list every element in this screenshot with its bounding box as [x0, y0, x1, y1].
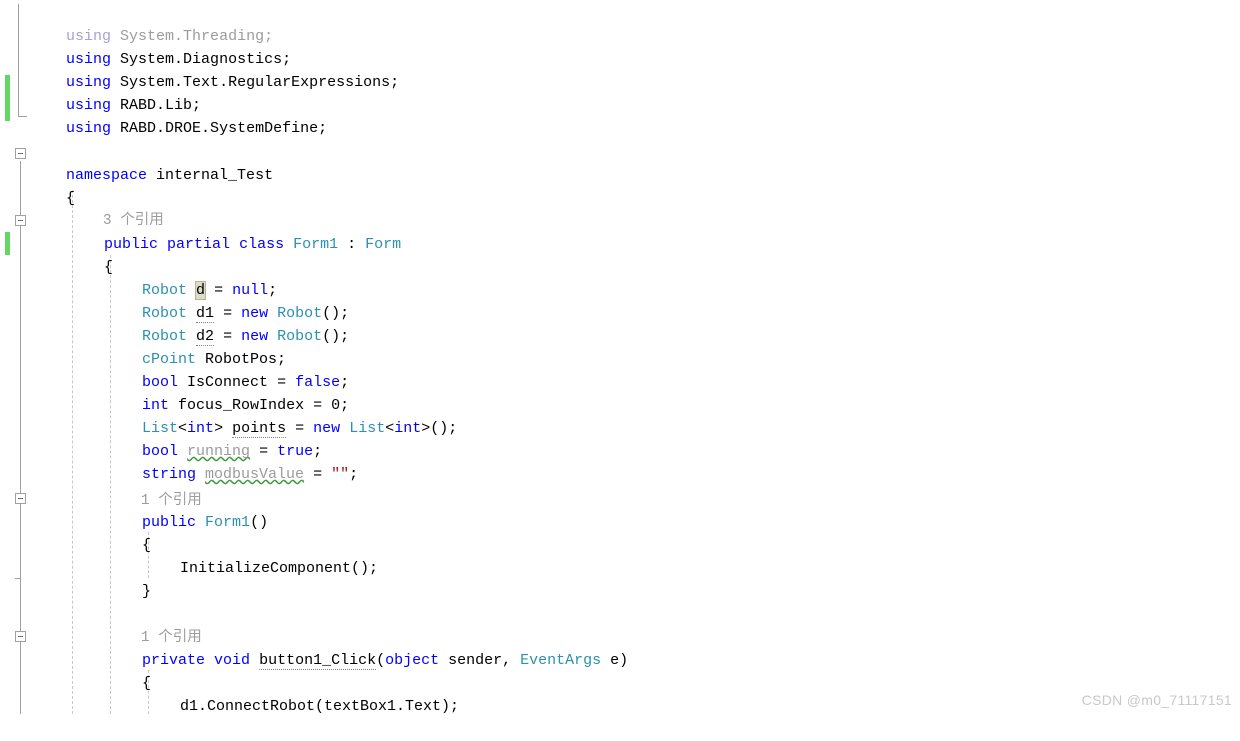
code-line-13[interactable]: Robot d1 = new Robot();: [106, 279, 349, 323]
token-call-connectrobot: d1.ConnectRobot(textBox1.Text);: [180, 698, 460, 715]
code-line-16[interactable]: bool IsConnect = false;: [106, 348, 349, 391]
token-colon: :: [347, 236, 357, 253]
code-line-19[interactable]: bool running = true;: [106, 417, 322, 460]
outline-bracket-usings: [18, 4, 27, 117]
token-keyword-object: object: [385, 652, 440, 669]
code-line-15[interactable]: cPoint RobotPos;: [106, 325, 286, 368]
code-line-17[interactable]: int focus_RowIndex = 0;: [106, 371, 349, 414]
token-paren-open: (: [376, 652, 386, 669]
token-param-sender: sender,: [439, 652, 521, 669]
code-line-1[interactable]: using System.Threading;: [30, 2, 273, 45]
token-parens: (): [250, 514, 269, 531]
token-keyword-namespace: namespace: [66, 167, 148, 184]
code-line-30[interactable]: d1.ConnectRobot(textBox1.Text);: [144, 672, 459, 715]
code-line-24[interactable]: InitializeComponent();: [144, 534, 378, 577]
code-line-22[interactable]: public Form1(): [106, 488, 268, 531]
token-type-list-ctor: List: [349, 420, 386, 437]
codelens-constructor-references[interactable]: 1 个引用: [106, 468, 202, 509]
collapse-toggle-namespace[interactable]: [15, 148, 26, 159]
code-line-5[interactable]: using RABD.DROE.SystemDefine;: [30, 94, 327, 137]
token-method-name-button1-click: button1_Click: [259, 652, 377, 670]
token-type-form: Form: [365, 236, 402, 253]
code-line-14[interactable]: Robot d2 = new Robot();: [106, 302, 349, 346]
code-line-29[interactable]: {: [106, 649, 151, 692]
code-line-23[interactable]: {: [106, 511, 151, 554]
token-keyword-using: using: [66, 120, 112, 137]
token-keyword-private: private: [142, 652, 206, 669]
collapse-toggle-method[interactable]: [15, 631, 26, 642]
token-angle-open-2: <: [385, 420, 395, 437]
token-semicolon: ;: [349, 466, 359, 483]
token-angle-close-2: >: [421, 420, 431, 437]
code-line-25[interactable]: }: [106, 557, 151, 600]
token-param-e: e): [601, 652, 629, 669]
outline-tick-constructor-end: [15, 578, 21, 579]
token-call-tail: ();: [430, 420, 458, 437]
code-line-28[interactable]: private void button1_Click(object sender…: [106, 626, 628, 670]
collapse-toggle-class[interactable]: [15, 215, 26, 226]
token-equals: =: [313, 466, 323, 483]
code-line-12[interactable]: Robot d = null;: [106, 256, 277, 300]
code-editor[interactable]: using System.Threading; using System.Dia…: [0, 0, 1240, 715]
code-line-8[interactable]: {: [30, 164, 75, 207]
token-namespace-name: internal_Test: [156, 167, 274, 184]
token-type-form1: Form1: [293, 236, 339, 253]
token-brace-close: }: [142, 583, 152, 600]
code-line-2[interactable]: using System.Diagnostics;: [30, 25, 291, 68]
token-keyword-class: class: [239, 236, 285, 253]
change-bar-class-open: [5, 232, 10, 255]
code-line-3[interactable]: using System.Text.RegularExpressions;: [30, 48, 399, 91]
token-keyword-void: void: [214, 652, 251, 669]
token-type-eventargs: EventArgs: [520, 652, 602, 669]
token-keyword-partial: partial: [167, 236, 231, 253]
code-line-11[interactable]: {: [68, 233, 113, 276]
token-keyword-int-2: int: [394, 420, 422, 437]
collapse-toggle-constructor[interactable]: [15, 493, 26, 504]
code-line-4[interactable]: using RABD.Lib;: [30, 71, 201, 114]
token-string-literal: "": [331, 466, 350, 483]
code-line-20[interactable]: string modbusValue = "";: [106, 440, 358, 483]
token-namespace: RABD.DROE.SystemDefine;: [120, 120, 328, 137]
code-line-10[interactable]: public partial class Form1 : Form: [68, 210, 401, 253]
change-bar-usings: [5, 75, 10, 121]
token-call-initializecomponent: InitializeComponent();: [180, 560, 379, 577]
code-line-18[interactable]: List<int> points = new List<int>();: [106, 394, 457, 438]
codelens-method-references[interactable]: 1 个引用: [106, 605, 202, 646]
token-variable-modbusvalue-unused: modbusValue: [205, 466, 305, 483]
token-ctor-name-form1: Form1: [205, 514, 251, 531]
csdn-watermark: CSDN @m0_71117151: [1081, 692, 1232, 708]
token-call-tail: ();: [322, 328, 350, 345]
codelens-class-references[interactable]: 3 个引用: [68, 188, 164, 229]
code-line-7[interactable]: namespace internal_Test: [30, 141, 273, 184]
